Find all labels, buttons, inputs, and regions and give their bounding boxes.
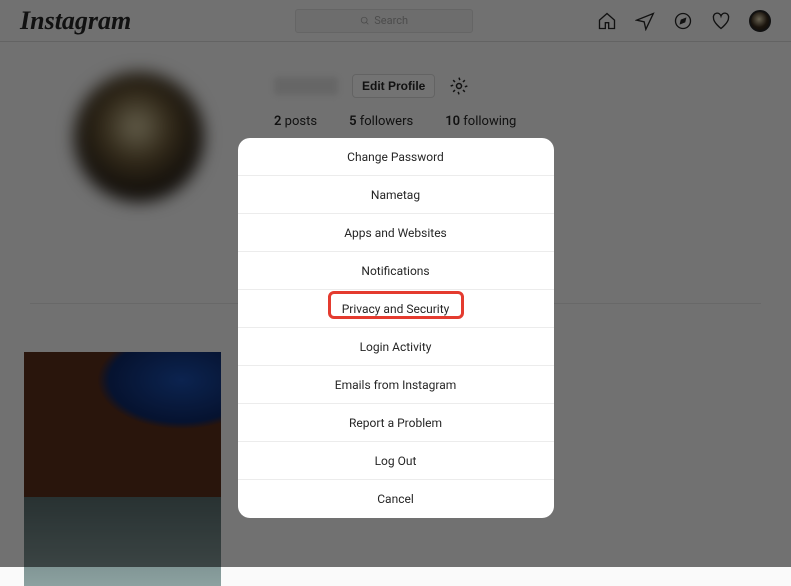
modal-item-nametag[interactable]: Nametag [238,176,554,214]
modal-item-change-password[interactable]: Change Password [238,138,554,176]
modal-item-apps-websites[interactable]: Apps and Websites [238,214,554,252]
modal-item-privacy-security[interactable]: Privacy and Security [238,290,554,328]
settings-modal: Change Password Nametag Apps and Website… [238,138,554,518]
modal-item-log-out[interactable]: Log Out [238,442,554,480]
modal-item-notifications[interactable]: Notifications [238,252,554,290]
modal-item-cancel[interactable]: Cancel [238,480,554,518]
modal-item-emails[interactable]: Emails from Instagram [238,366,554,404]
modal-item-report-problem[interactable]: Report a Problem [238,404,554,442]
modal-item-login-activity[interactable]: Login Activity [238,328,554,366]
